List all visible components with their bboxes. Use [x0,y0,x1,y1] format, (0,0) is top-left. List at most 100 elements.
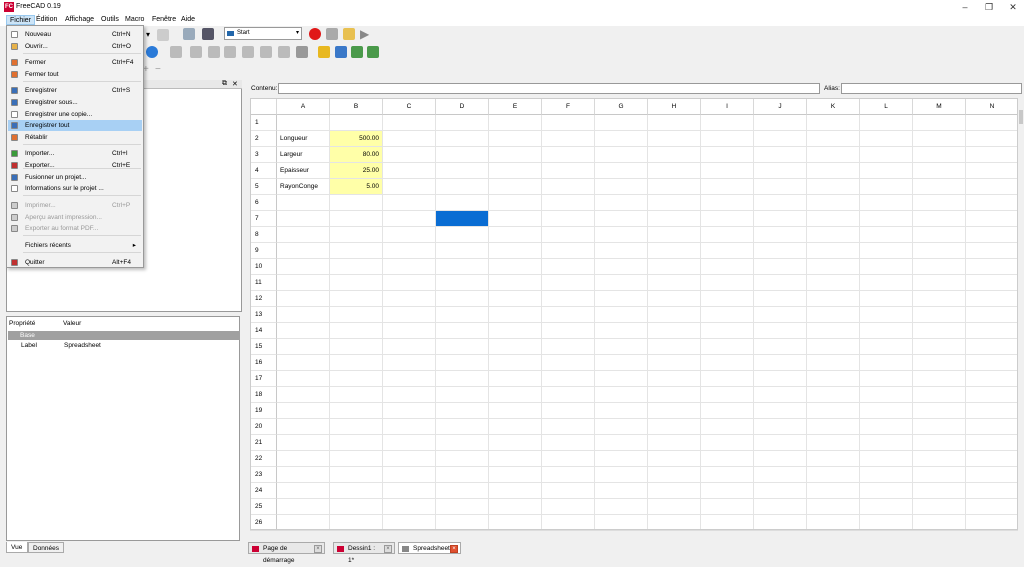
cell-b12[interactable] [330,291,383,307]
cell-h13[interactable] [648,307,701,323]
cell-d10[interactable] [436,259,489,275]
cell-c23[interactable] [383,467,436,483]
cell-g1[interactable] [595,115,648,131]
column-header-e[interactable]: E [489,99,542,115]
cell-m24[interactable] [913,483,966,499]
menu-item-enregistrer-tout[interactable]: Enregistrer tout [8,120,142,131]
cell-d1[interactable] [436,115,489,131]
cell-f6[interactable] [542,195,595,211]
cell-f8[interactable] [542,227,595,243]
cell-i5[interactable] [701,179,754,195]
cell-k5[interactable] [807,179,860,195]
cell-a14[interactable] [277,323,330,339]
cell-n13[interactable] [966,307,1017,323]
cell-a15[interactable] [277,339,330,355]
cell-c8[interactable] [383,227,436,243]
cell-g20[interactable] [595,419,648,435]
cell-l26[interactable] [860,515,913,529]
cell-m15[interactable] [913,339,966,355]
cell-d16[interactable] [436,355,489,371]
cell-m12[interactable] [913,291,966,307]
cell-k15[interactable] [807,339,860,355]
cell-m19[interactable] [913,403,966,419]
cell-b2[interactable]: 500.00 [330,131,383,147]
cell-n19[interactable] [966,403,1017,419]
cell-g19[interactable] [595,403,648,419]
cell-b26[interactable] [330,515,383,529]
close-tab-icon[interactable]: × [450,545,458,553]
cell-f5[interactable] [542,179,595,195]
cell-n17[interactable] [966,371,1017,387]
cell-a16[interactable] [277,355,330,371]
menu-item-fermer-tout[interactable]: Fermer tout [8,69,142,80]
cell-j10[interactable] [754,259,807,275]
tab-spreadsheet[interactable]: Spreadsheet* × [398,542,461,554]
cell-j9[interactable] [754,243,807,259]
cell-k20[interactable] [807,419,860,435]
cell-c18[interactable] [383,387,436,403]
cell-j2[interactable] [754,131,807,147]
menu-outils[interactable]: Outils [98,15,122,25]
menu-item-informations-sur-le-projet[interactable]: Informations sur le projet ... [8,183,142,194]
cell-g8[interactable] [595,227,648,243]
cell-j11[interactable] [754,275,807,291]
vertical-scrollbar[interactable] [1018,98,1024,530]
close-panel-icon[interactable]: ✕ [232,80,238,88]
row-header-7[interactable]: 7 [251,211,277,227]
cell-j21[interactable] [754,435,807,451]
macro-edit-icon[interactable] [343,28,355,40]
cell-j4[interactable] [754,163,807,179]
cell-n9[interactable] [966,243,1017,259]
cell-b20[interactable] [330,419,383,435]
cell-h21[interactable] [648,435,701,451]
cell-k12[interactable] [807,291,860,307]
cell-g18[interactable] [595,387,648,403]
isometric-view-icon[interactable] [170,46,182,58]
cell-d8[interactable] [436,227,489,243]
cell-k24[interactable] [807,483,860,499]
row-header-5[interactable]: 5 [251,179,277,195]
cell-f21[interactable] [542,435,595,451]
cell-a4[interactable]: Epaisseur [277,163,330,179]
cell-c20[interactable] [383,419,436,435]
cell-m9[interactable] [913,243,966,259]
cell-d3[interactable] [436,147,489,163]
cell-d14[interactable] [436,323,489,339]
cell-k18[interactable] [807,387,860,403]
cell-d26[interactable] [436,515,489,529]
minus-icon[interactable]: − [155,64,167,76]
cell-l10[interactable] [860,259,913,275]
cell-g3[interactable] [595,147,648,163]
scroll-thumb[interactable] [1019,110,1023,124]
cell-i25[interactable] [701,499,754,515]
cell-g5[interactable] [595,179,648,195]
menu-macro[interactable]: Macro [122,15,147,25]
cell-h18[interactable] [648,387,701,403]
cell-a23[interactable] [277,467,330,483]
cell-c3[interactable] [383,147,436,163]
cell-e14[interactable] [489,323,542,339]
float-icon[interactable]: ⧉ [222,80,227,88]
cell-d2[interactable] [436,131,489,147]
cell-g14[interactable] [595,323,648,339]
cell-j8[interactable] [754,227,807,243]
cell-g12[interactable] [595,291,648,307]
property-row-label[interactable]: Label Spreadsheet [8,341,240,350]
cell-m17[interactable] [913,371,966,387]
row-header-8[interactable]: 8 [251,227,277,243]
cell-e7[interactable] [489,211,542,227]
cell-f20[interactable] [542,419,595,435]
cell-n24[interactable] [966,483,1017,499]
cell-m7[interactable] [913,211,966,227]
cell-n14[interactable] [966,323,1017,339]
cell-j3[interactable] [754,147,807,163]
cell-h2[interactable] [648,131,701,147]
cell-b18[interactable] [330,387,383,403]
cell-d12[interactable] [436,291,489,307]
workbench-selector[interactable]: Start ▾ [224,27,302,40]
cell-a1[interactable] [277,115,330,131]
cell-f17[interactable] [542,371,595,387]
cell-a7[interactable] [277,211,330,227]
cell-j14[interactable] [754,323,807,339]
cell-n15[interactable] [966,339,1017,355]
